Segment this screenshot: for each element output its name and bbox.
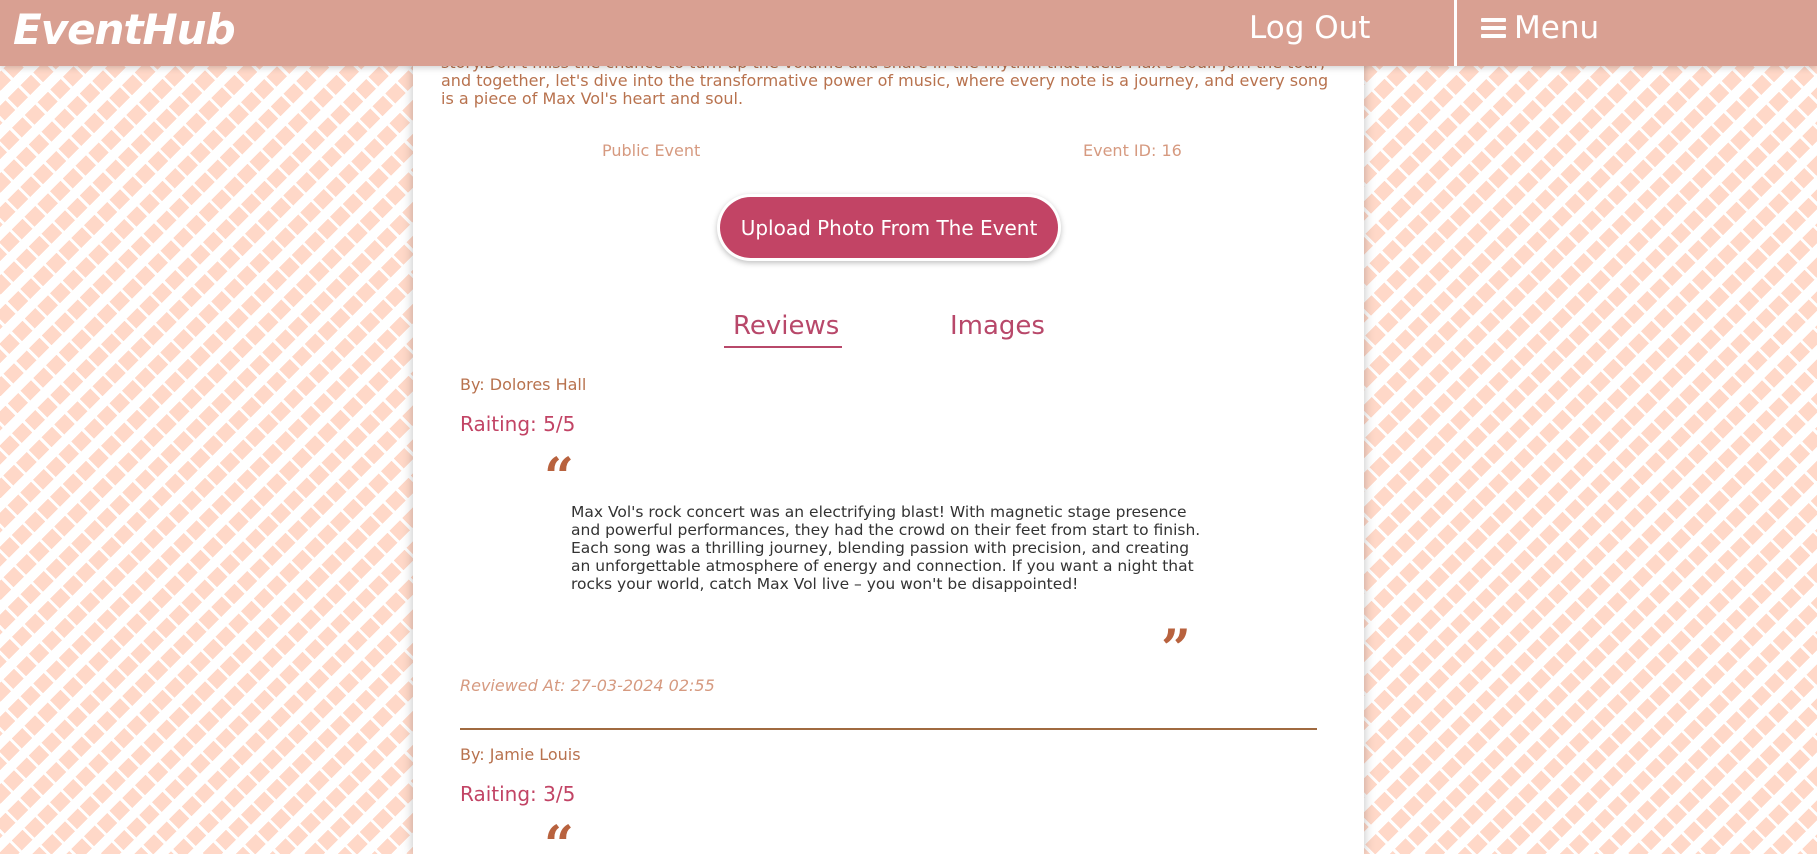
logout-link[interactable]: Log Out <box>1249 8 1370 48</box>
tab-reviews[interactable]: Reviews <box>733 310 839 342</box>
brand-logo[interactable]: EventHub <box>13 4 236 56</box>
navbar-divider <box>1454 0 1457 66</box>
review-rating: Raiting: 5/5 <box>460 412 576 436</box>
review-text: Max Vol's rock concert was an electrifyi… <box>571 503 1201 593</box>
active-tab-indicator <box>724 346 842 348</box>
upload-photo-button[interactable]: Upload Photo From The Event <box>720 197 1058 258</box>
top-navbar: EventHub Log Out Menu <box>0 0 1817 66</box>
tab-images[interactable]: Images <box>950 310 1045 342</box>
review-rating: Raiting: 3/5 <box>460 782 576 806</box>
quote-open-icon: “ <box>544 447 574 508</box>
hamburger-icon <box>1481 17 1506 39</box>
quote-open-icon: “ <box>544 815 574 854</box>
event-detail-card: story.Don't miss the chance to turn up t… <box>413 0 1364 854</box>
event-id: Event ID: 16 <box>1083 141 1182 160</box>
review-author: By: Jamie Louis <box>460 745 581 764</box>
menu-label: Menu <box>1514 10 1600 46</box>
quote-close-icon: ” <box>1161 619 1191 680</box>
review-timestamp: Reviewed At: 27-03-2024 02:55 <box>460 676 715 695</box>
review-author: By: Dolores Hall <box>460 375 587 394</box>
review-separator <box>460 728 1317 730</box>
menu-button[interactable]: Menu <box>1481 8 1599 48</box>
event-visibility: Public Event <box>602 141 701 160</box>
